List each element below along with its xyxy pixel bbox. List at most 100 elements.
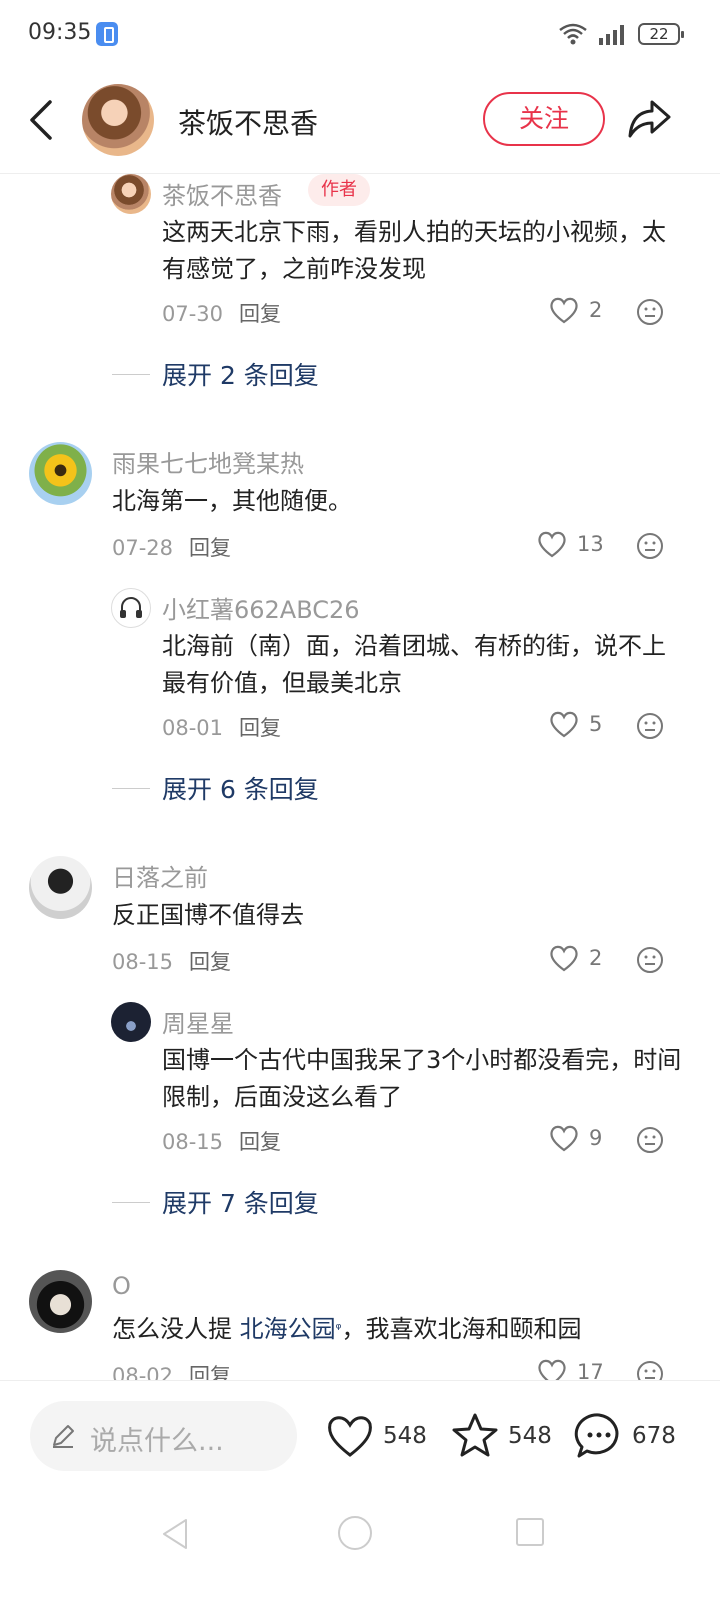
expand-replies-button[interactable]: 展开 2 条回复 (112, 356, 319, 392)
like-count: 13 (577, 532, 604, 556)
comment-username[interactable]: 茶饭不思香 (162, 176, 282, 211)
expand-replies-label: 展开 2 条回复 (162, 361, 319, 390)
heart-icon (550, 711, 578, 738)
comments-post-button[interactable]: 678 (574, 1411, 676, 1461)
comment-text-before: 怎么没人提 (112, 1315, 240, 1343)
reply-button[interactable]: 回复 (239, 1130, 281, 1154)
comment-username[interactable]: 雨果七七地凳某热 (112, 444, 304, 479)
share-icon[interactable] (626, 98, 672, 140)
emoji-icon[interactable] (636, 532, 664, 560)
comment-text: 北海第一，其他随便。 (112, 487, 352, 515)
pencil-icon (53, 1425, 74, 1448)
system-nav-bar (0, 1490, 720, 1600)
heart-icon (538, 1359, 566, 1380)
nav-home-icon[interactable] (338, 1516, 372, 1550)
expand-replies-button[interactable]: 展开 6 条回复 (112, 770, 319, 806)
reply-button[interactable]: 回复 (189, 950, 231, 974)
comment-meta: 08-02 回复 (112, 1360, 231, 1380)
like-button[interactable]: 2 (549, 296, 602, 324)
status-bar: 09:35 22 (0, 0, 720, 68)
signal-icon (599, 25, 624, 45)
like-button[interactable]: 2 (549, 944, 602, 972)
comment-meta: 07-30 回复 (162, 298, 281, 328)
heart-icon (550, 945, 578, 972)
reply-button[interactable]: 回复 (239, 302, 281, 326)
like-count: 2 (589, 946, 603, 970)
reply-button[interactable]: 回复 (189, 536, 231, 560)
comment-date: 08-15 (112, 950, 174, 974)
headphones-icon (120, 597, 142, 618)
comment-text: 这两天北京下雨，看别人拍的天坛的小视频，太有感觉了，之前咋没发现 (162, 218, 666, 283)
comment-username[interactable]: 日落之前 (112, 858, 208, 893)
expand-replies-label: 展开 6 条回复 (162, 775, 319, 804)
avatar[interactable] (29, 856, 92, 919)
comment-username[interactable]: 周星星 (162, 1004, 234, 1039)
comment-date: 07-30 (162, 302, 224, 326)
favorite-post-button[interactable]: 548 (450, 1411, 552, 1461)
heart-icon (328, 1416, 372, 1457)
like-button[interactable]: 5 (549, 710, 602, 738)
avatar[interactable] (29, 1270, 92, 1333)
comment-date: 08-15 (162, 1130, 224, 1154)
avatar[interactable] (111, 1002, 151, 1042)
author-name[interactable]: 茶饭不思香 (178, 102, 318, 142)
divider (112, 1201, 150, 1203)
emoji-icon[interactable] (636, 1126, 664, 1154)
comment-input-placeholder: 说点什么... (90, 1426, 224, 1457)
avatar[interactable] (111, 174, 151, 214)
comment-list[interactable]: 茶饭不思香 作者 这两天北京下雨，看别人拍的天坛的小视频，太有感觉了，之前咋没发… (0, 174, 720, 1380)
comment-input[interactable]: 说点什么... (30, 1401, 297, 1471)
wifi-icon (559, 23, 587, 45)
comment-meta: 08-01 回复 (162, 712, 281, 742)
emoji-icon[interactable] (636, 712, 664, 740)
like-button[interactable]: 17 (537, 1358, 604, 1380)
nav-recent-apps-icon[interactable] (516, 1518, 544, 1546)
comment-meta: 07-28 回复 (112, 532, 231, 562)
chat-bubble-icon (574, 1413, 619, 1458)
comment-date: 07-28 (112, 536, 174, 560)
author-avatar[interactable] (82, 84, 154, 156)
comment-text: 北海前（南）面，沿着团城、有桥的街，说不上最有价值，但最美北京 (162, 632, 666, 697)
avatar[interactable] (111, 588, 151, 628)
status-indicators: 22 (558, 20, 684, 48)
emoji-icon[interactable] (636, 298, 664, 326)
comment-meta: 08-15 回复 (112, 946, 231, 976)
place-link[interactable]: 北海公园 (240, 1315, 336, 1343)
like-button[interactable]: 9 (549, 1124, 602, 1152)
divider (112, 373, 150, 375)
divider (112, 787, 150, 789)
nav-back-icon[interactable] (158, 1516, 192, 1552)
emoji-icon[interactable] (636, 946, 664, 974)
avatar[interactable] (29, 442, 92, 505)
expand-replies-button[interactable]: 展开 7 条回复 (112, 1184, 319, 1220)
like-count: 17 (577, 1360, 604, 1380)
like-button[interactable]: 13 (537, 530, 604, 558)
status-time: 09:35 (28, 20, 92, 45)
comment-text: 国博一个古代中国我呆了3个小时都没看完，时间限制，后面没这么看了 (162, 1046, 682, 1111)
heart-icon (538, 531, 566, 558)
comment-username[interactable]: 小红薯662ABC26 (162, 590, 360, 625)
like-count: 5 (589, 712, 603, 736)
like-count: 9 (589, 1126, 603, 1150)
comment-text: 反正国博不值得去 (112, 901, 304, 929)
comment-date: 08-01 (162, 716, 224, 740)
expand-replies-label: 展开 7 条回复 (162, 1189, 319, 1218)
comment-username[interactable]: O (112, 1272, 131, 1300)
back-arrow-icon[interactable] (22, 96, 62, 144)
reply-button[interactable]: 回复 (189, 1364, 231, 1380)
star-icon (452, 1413, 498, 1457)
heart-icon (550, 297, 578, 324)
comment-meta: 08-15 回复 (162, 1126, 281, 1156)
post-like-count: 548 (383, 1423, 427, 1449)
battery-icon: 22 (638, 23, 684, 45)
author-badge: 作者 (308, 174, 370, 206)
reply-button[interactable]: 回复 (239, 716, 281, 740)
emoji-icon[interactable] (636, 1360, 664, 1380)
post-favorite-count: 548 (508, 1423, 552, 1449)
post-header: 茶饭不思香 关注 (0, 68, 720, 174)
follow-button[interactable]: 关注 (483, 92, 605, 146)
heart-icon (550, 1125, 578, 1152)
comment-text-after: ，我喜欢北海和颐和园 (341, 1315, 582, 1343)
like-post-button[interactable]: 548 (325, 1411, 427, 1461)
bottom-action-bar: 说点什么... 548 548 678 (0, 1380, 720, 1490)
